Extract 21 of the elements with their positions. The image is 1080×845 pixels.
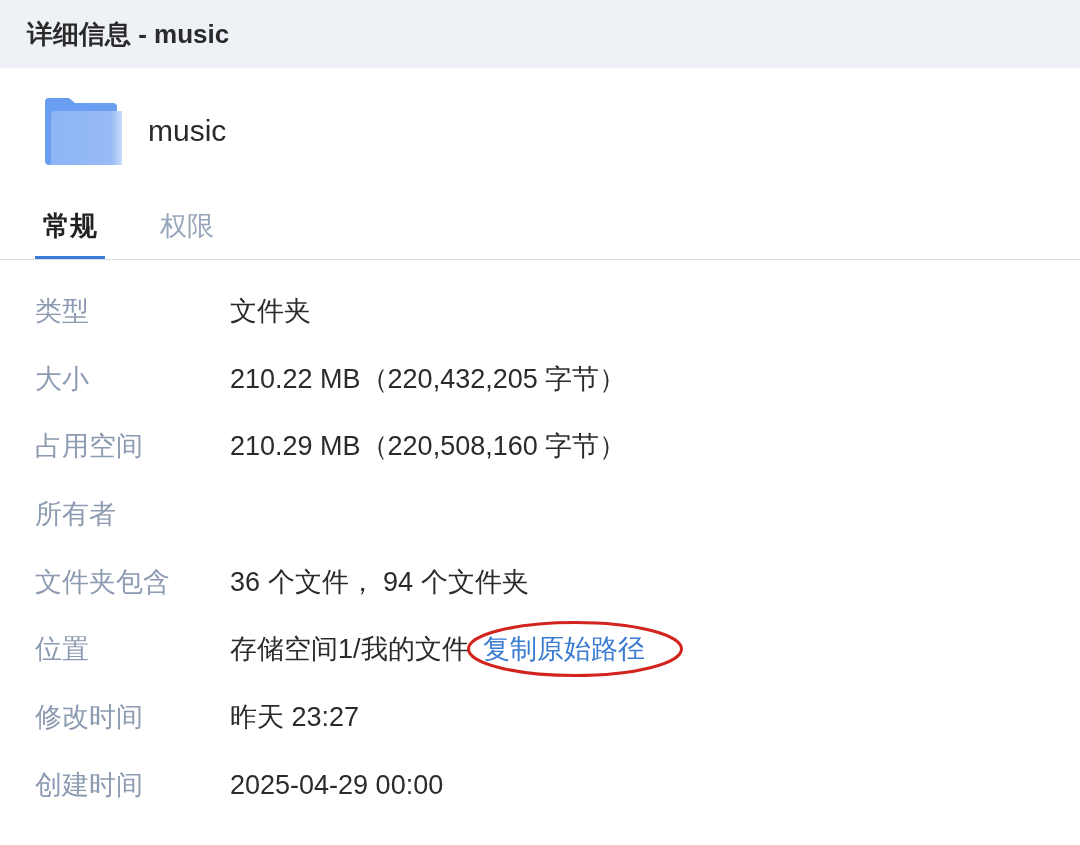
property-value: 210.29 MB（220,508,160 字节） [230,430,627,464]
property-value: 昨天 23:27 [230,700,360,734]
property-label: 大小 [35,362,90,396]
tab[interactable]: 权限 [152,190,222,259]
property-label: 类型 [35,294,90,328]
property-label: 占用空间 [35,430,144,464]
property-label: 位置 [35,633,90,667]
tab[interactable]: 常规 [35,190,105,259]
property-label: 所有者 [35,497,117,531]
property-label: 创建时间 [35,768,144,802]
copy-path-link[interactable]: 复制原始路径 [482,631,645,668]
window-title: 详细信息 - music [27,18,230,51]
property-value: 存储空间1/我的文件 [230,633,469,667]
property-value: 210.22 MB（220,432,205 字节） [230,362,627,396]
property-value: 2025-04-29 00:00 [230,768,444,802]
property-label: 文件夹包含 [35,565,171,599]
property-value: 文件夹 [230,294,311,328]
property-value: 36 个文件， 94 个文件夹 [230,565,529,599]
file-name: music [148,113,227,149]
folder-icon [45,97,122,165]
property-label: 修改时间 [35,700,144,734]
